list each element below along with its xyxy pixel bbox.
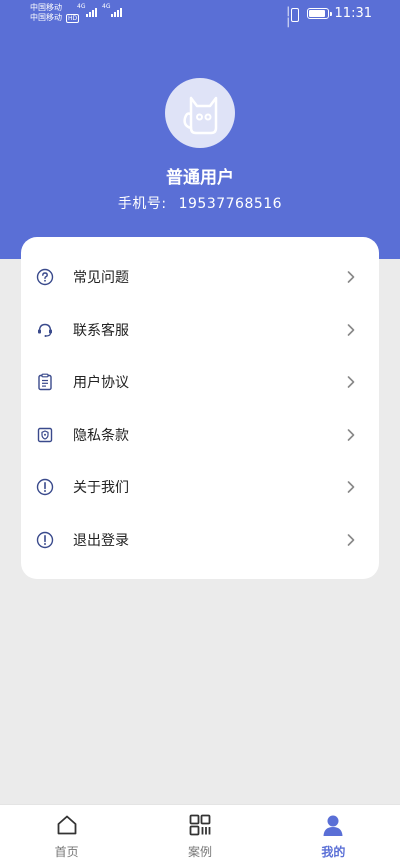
- menu-item-user-agreement[interactable]: 用户协议: [21, 356, 379, 409]
- tab-label: 案例: [187, 845, 212, 859]
- phone-number: 19537768516: [178, 196, 283, 212]
- tab-label: 我的: [321, 845, 346, 859]
- chevron-right-icon: [347, 533, 355, 546]
- home-icon: [55, 813, 79, 837]
- tab-label: 首页: [54, 845, 79, 859]
- carrier-info: 中国移动 中国移动 HD: [30, 3, 80, 23]
- menu-item-label: 用户协议: [73, 375, 129, 392]
- phone-row: 手机号: 19537768516: [0, 193, 400, 213]
- menu-item-faq[interactable]: 常见问题: [21, 251, 379, 304]
- clipboard-icon: [36, 373, 54, 391]
- status-bar: 中国移动 中国移动HD 4G 4G 11:31: [0, 0, 400, 28]
- info-circle-icon: [36, 478, 54, 496]
- menu-item-logout[interactable]: 退出登录: [21, 514, 379, 567]
- username: 普通用户: [166, 168, 234, 188]
- tab-mine[interactable]: 我的: [267, 805, 400, 866]
- chevron-right-icon: [347, 376, 355, 389]
- settings-menu: 常见问题 联系客服 用户协议 隐私条款 关于我们 退出登录: [21, 237, 379, 579]
- vibrate-icon: [287, 6, 301, 28]
- info-circle-icon: [36, 531, 54, 549]
- menu-item-contact-support[interactable]: 联系客服: [21, 304, 379, 357]
- carrier-2: 中国移动: [30, 13, 62, 22]
- carrier-1: 中国移动: [30, 3, 62, 12]
- question-circle-icon: [36, 268, 54, 286]
- network-type-1: 4G: [77, 3, 86, 10]
- menu-item-label: 隐私条款: [73, 427, 129, 444]
- menu-item-label: 关于我们: [73, 480, 129, 497]
- tab-home[interactable]: 首页: [0, 805, 133, 866]
- tab-cases[interactable]: 案例: [133, 805, 266, 866]
- chevron-right-icon: [347, 428, 355, 441]
- chevron-right-icon: [347, 481, 355, 494]
- chevron-right-icon: [347, 271, 355, 284]
- menu-item-privacy-policy[interactable]: 隐私条款: [21, 409, 379, 462]
- cat-avatar-icon: [183, 96, 218, 135]
- privacy-shield-icon: [36, 426, 54, 444]
- person-icon: [321, 813, 345, 837]
- menu-item-label: 退出登录: [73, 532, 129, 549]
- avatar[interactable]: [165, 78, 235, 148]
- signal-icon-2: 4G: [102, 3, 122, 17]
- battery-icon: [306, 8, 332, 19]
- network-type-2: 4G: [102, 3, 111, 10]
- bottom-tab-bar: 首页 案例 我的: [0, 804, 400, 866]
- menu-item-label: 常见问题: [73, 270, 129, 287]
- chevron-right-icon: [347, 323, 355, 336]
- qr-grid-icon: [188, 813, 212, 837]
- signal-icon-1: 4G: [77, 3, 97, 17]
- menu-item-about-us[interactable]: 关于我们: [21, 461, 379, 514]
- menu-item-label: 联系客服: [73, 322, 129, 339]
- headset-icon: [36, 321, 54, 339]
- phone-label: 手机号:: [117, 196, 167, 212]
- status-time: 11:31: [334, 6, 372, 21]
- signal-indicators: 4G 4G: [77, 3, 122, 17]
